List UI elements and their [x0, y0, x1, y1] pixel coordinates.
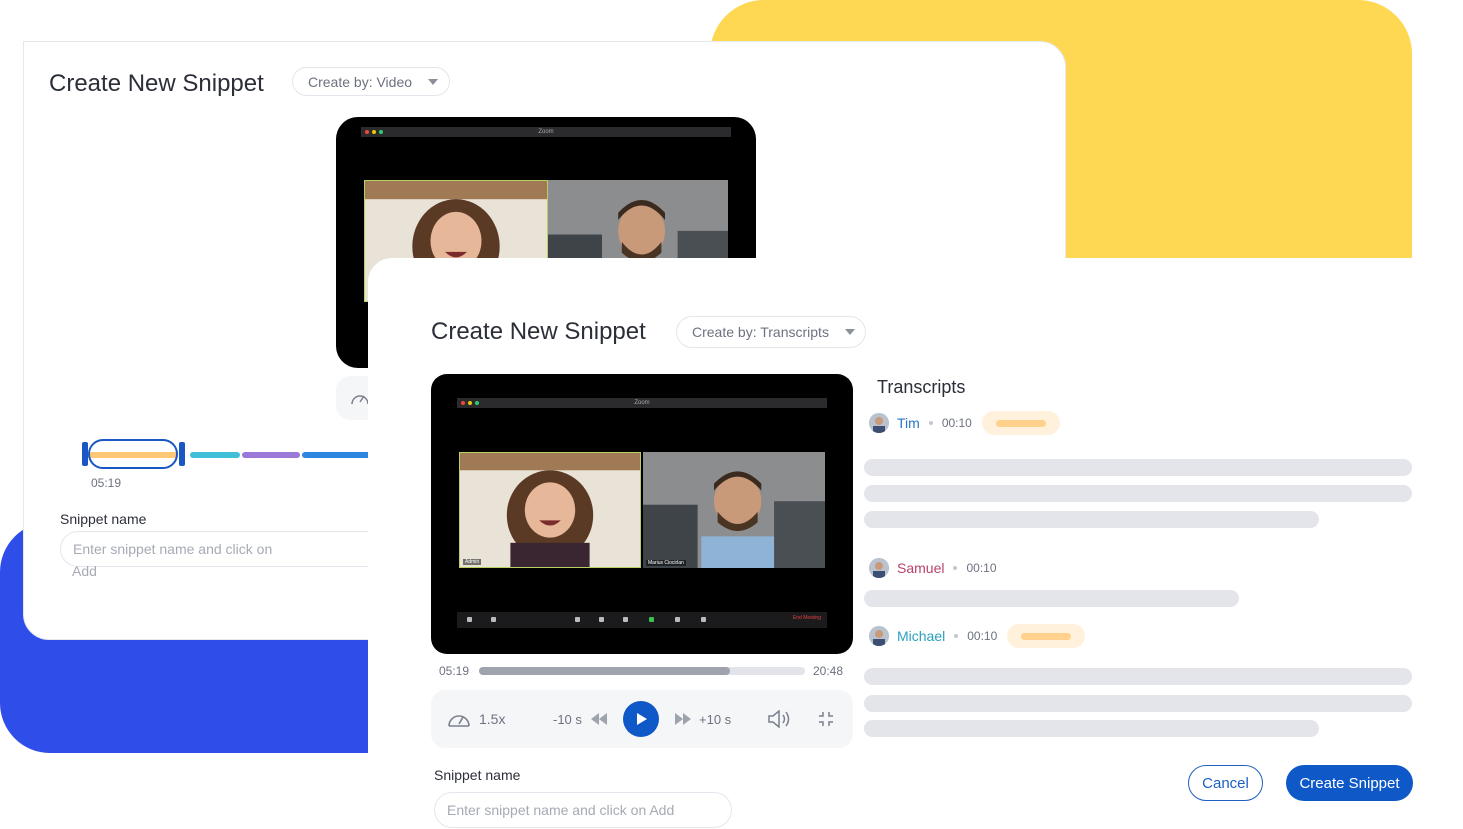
page-title: Create New Snippet	[431, 318, 646, 345]
transcript-line-placeholder	[864, 485, 1412, 502]
current-time: 05:19	[439, 664, 470, 678]
snippet-name-input[interactable]: Enter snippet name and click on	[60, 531, 380, 567]
progress-fill	[479, 667, 731, 675]
end-meeting-label: End Meeting	[792, 615, 821, 621]
create-by-select[interactable]: Create by: Transcripts	[676, 316, 866, 348]
timeline-segment	[302, 452, 372, 458]
transcript-line-placeholder	[864, 511, 1319, 528]
rewind-icon[interactable]	[591, 713, 607, 725]
snippet-placeholder: Enter snippet name and click on Add	[447, 802, 675, 818]
separator-dot	[954, 634, 959, 638]
speaker-name: Samuel	[897, 560, 945, 576]
create-by-value: Create by: Transcripts	[692, 324, 829, 340]
tile-name: Marius Ciocirlan	[646, 560, 686, 566]
player-controls: 1.5x -10 s +10 s	[431, 690, 853, 748]
chevron-down-icon	[428, 78, 439, 85]
create-snippet-button[interactable]: Create Snippet	[1286, 765, 1413, 801]
zoom-title: Zoom	[634, 400, 650, 406]
rewind-label: -10 s	[553, 712, 582, 727]
avatar	[869, 626, 889, 646]
snippet-placeholder: Enter snippet name and click on	[73, 541, 273, 557]
timeline-handle-right[interactable]	[179, 442, 185, 466]
speaker-name: Michael	[897, 628, 946, 644]
transcript-speaker-samuel[interactable]: Samuel 00:10	[869, 558, 997, 578]
speaker-time: 00:10	[967, 629, 998, 643]
avatar	[869, 413, 889, 433]
avatar	[869, 558, 889, 578]
transcript-speaker-michael[interactable]: Michael 00:10	[869, 624, 1086, 648]
speaker-name: Tim	[897, 415, 920, 431]
snippet-name-label: Snippet name	[60, 511, 147, 527]
timeline-selection-handle[interactable]	[88, 439, 178, 469]
zoom-titlebar: Zoom	[457, 398, 827, 408]
speaker-time: 00:10	[966, 561, 997, 575]
zoom-title: Zoom	[538, 129, 554, 135]
transcript-line-placeholder	[864, 720, 1319, 737]
separator-dot	[928, 421, 933, 425]
video-tile-man: Marius Ciocirlan	[643, 452, 825, 568]
speed-value[interactable]: 1.5x	[479, 711, 505, 727]
timeline-handle-left[interactable]	[82, 442, 88, 466]
timeline-time: 05:19	[91, 476, 122, 490]
chevron-down-icon	[844, 329, 855, 335]
tile-name: Admin	[463, 559, 482, 565]
progress-bar[interactable]	[479, 667, 805, 675]
video-tile-woman: Admin	[459, 452, 641, 568]
zoom-titlebar: Zoom	[361, 127, 731, 137]
transcript-line-placeholder	[864, 668, 1412, 685]
transcript-line-placeholder	[864, 590, 1239, 607]
duration: 20:48	[813, 664, 844, 678]
page-title: Create New Snippet	[49, 70, 264, 97]
fullscreen-icon[interactable]	[818, 711, 834, 727]
timeline-segment	[190, 452, 240, 458]
forward-icon[interactable]	[675, 713, 691, 725]
separator-dot	[953, 566, 958, 570]
speedometer-icon	[351, 395, 369, 405]
play-icon	[637, 713, 647, 725]
timeline-segment	[242, 452, 300, 458]
transcript-speaker-tim[interactable]: Tim 00:10	[869, 411, 1060, 435]
snippet-name-input[interactable]: Enter snippet name and click on Add	[434, 792, 732, 828]
create-by-select[interactable]: Create by: Video	[292, 67, 450, 96]
transcript-line-placeholder	[864, 695, 1412, 712]
speedometer-icon[interactable]	[447, 711, 471, 728]
create-snippet-transcripts-card: Create New Snippet Create by: Transcript…	[368, 258, 1463, 829]
speaker-time: 00:10	[941, 416, 972, 430]
snippet-name-label: Snippet name	[434, 767, 521, 783]
zoom-controls: End Meeting	[457, 612, 827, 628]
highlight-tag	[1007, 624, 1086, 648]
cancel-button[interactable]: Cancel	[1188, 765, 1263, 801]
forward-label: +10 s	[699, 712, 732, 727]
create-by-value: Create by: Video	[308, 73, 413, 90]
highlight-tag	[981, 411, 1060, 435]
volume-icon[interactable]	[767, 710, 793, 728]
play-button[interactable]	[623, 701, 659, 737]
snippet-placeholder-wrap: Add	[72, 563, 97, 579]
transcripts-title: Transcripts	[877, 377, 966, 397]
transcript-line-placeholder	[864, 459, 1412, 476]
video-player[interactable]: Zoom Admin Marius Ciocirlan End Meeting	[431, 374, 853, 654]
